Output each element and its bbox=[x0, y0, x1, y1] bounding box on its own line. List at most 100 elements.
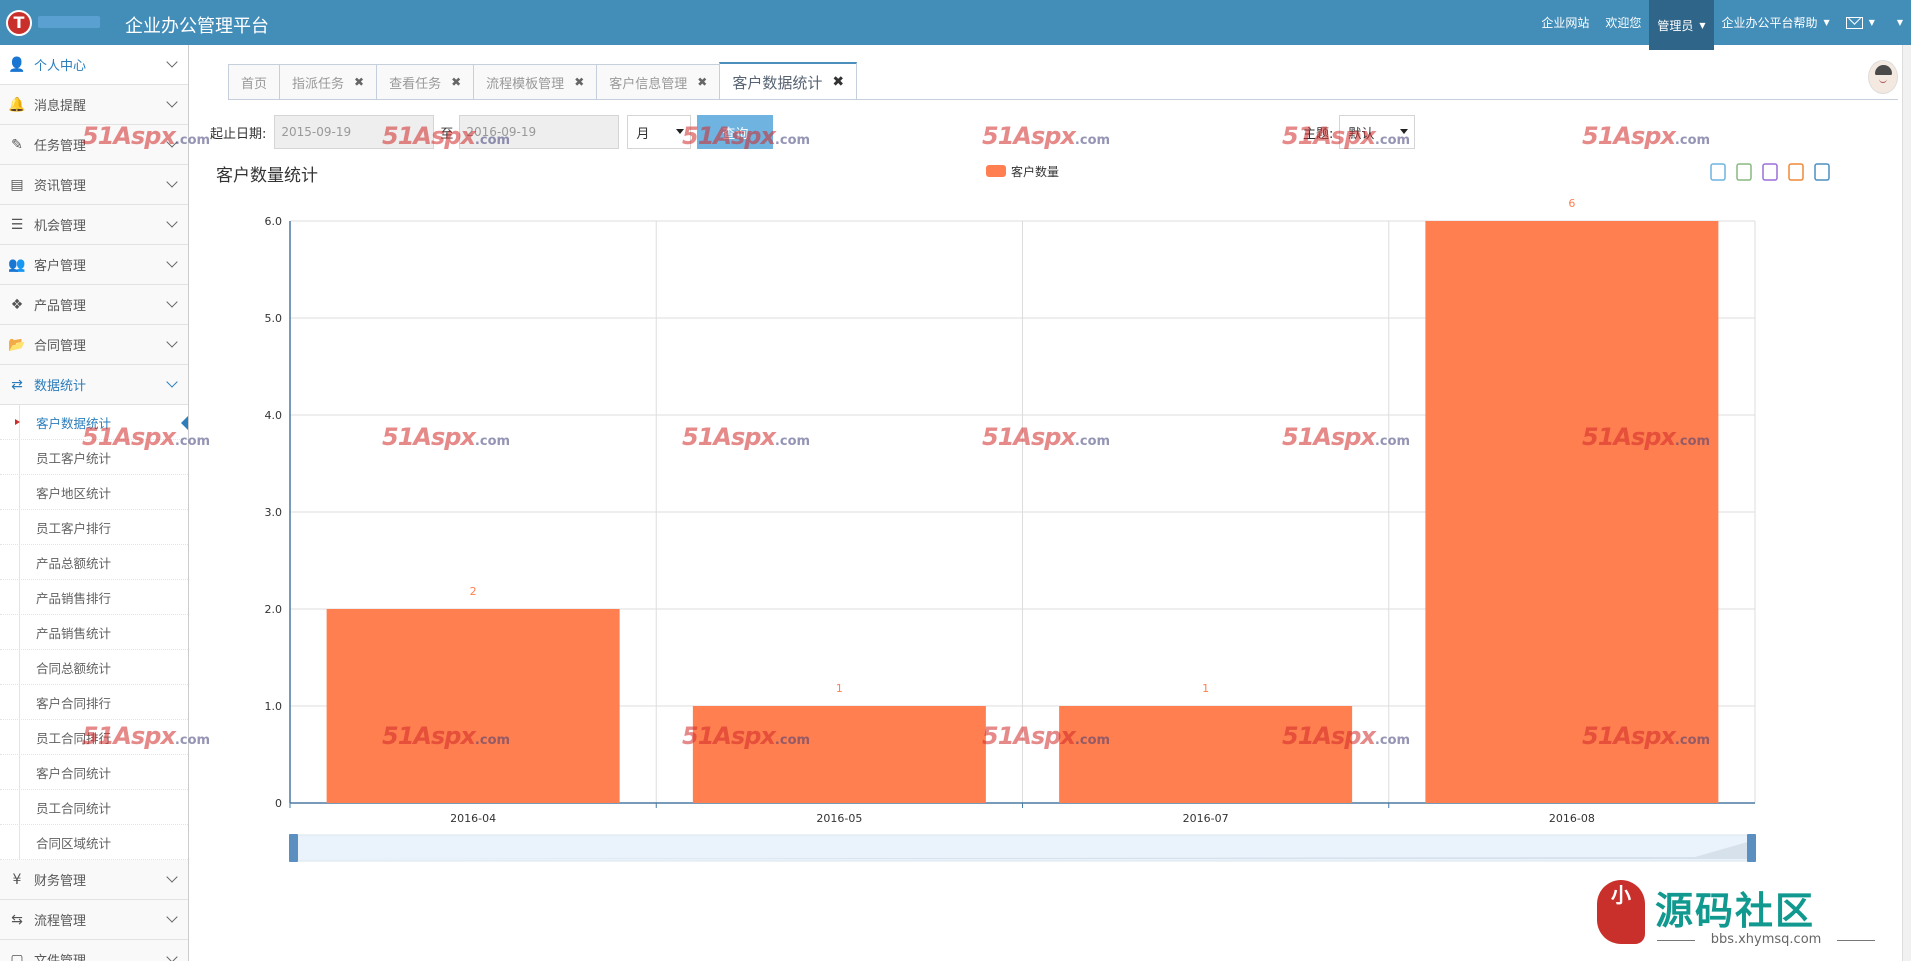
sidebar-item[interactable]: ✎ 任务管理 bbox=[0, 125, 188, 165]
caret-down-icon: ▼ bbox=[1823, 18, 1830, 27]
tab[interactable]: 首页 bbox=[228, 64, 281, 99]
x-tick-label: 2016-05 bbox=[816, 812, 862, 825]
sidebar-item[interactable]: 📂 合同管理 bbox=[0, 325, 188, 365]
watermark: 51Aspx.com bbox=[1582, 122, 1710, 150]
sidebar-item[interactable]: ▢ 文件管理 bbox=[0, 940, 188, 961]
submenu-item[interactable]: 客户数据统计 bbox=[0, 405, 188, 440]
bar-chart-icon[interactable] bbox=[1762, 163, 1778, 181]
nav-mail-dropdown[interactable]: ▼ bbox=[1838, 0, 1883, 45]
chevron-down-icon bbox=[166, 256, 178, 268]
sidebar-item-label: 资讯管理 bbox=[34, 179, 87, 194]
x-tick-label: 2016-08 bbox=[1549, 812, 1595, 825]
submenu-item[interactable]: 员工合同统计 bbox=[0, 790, 188, 825]
submenu-item[interactable]: 合同总额统计 bbox=[0, 650, 188, 685]
chevron-down-icon bbox=[166, 296, 178, 308]
nav-more-dropdown[interactable]: ▼ bbox=[1883, 0, 1911, 45]
date-range-label: 起止日期: bbox=[210, 126, 267, 142]
data-zoom-slider[interactable] bbox=[289, 834, 1756, 862]
tab[interactable]: 客户信息管理 ✖ bbox=[596, 64, 721, 99]
legend-label[interactable]: 客户数量 bbox=[1011, 164, 1059, 179]
sidebar-item[interactable]: ❖ 产品管理 bbox=[0, 285, 188, 325]
user-icon: 👤 bbox=[8, 56, 26, 73]
period-select[interactable]: 月 bbox=[627, 115, 692, 149]
sidebar-item[interactable]: 🔔 消息提醒 bbox=[0, 85, 188, 125]
tab-label: 查看任务 bbox=[389, 76, 442, 92]
submenu-item[interactable]: 员工客户排行 bbox=[0, 510, 188, 545]
tab-bar-divider bbox=[228, 99, 1898, 100]
sidebar-item-label: 机会管理 bbox=[34, 219, 87, 234]
sidebar-item[interactable]: 👥 客户管理 bbox=[0, 245, 188, 285]
brand-url: bbs.xhymsq.com bbox=[1657, 932, 1875, 947]
tab-bar: 首页 指派任务 ✖ 查看任务 ✖ 流程模板管理 ✖ 客户信息管理 ✖ 客户数据统计 ✖ bbox=[228, 62, 858, 100]
caret-down-icon: ▼ bbox=[1868, 18, 1875, 27]
bar[interactable] bbox=[326, 609, 620, 803]
close-icon[interactable]: ✖ bbox=[697, 75, 707, 89]
data-view-icon[interactable] bbox=[1710, 163, 1726, 181]
query-button-label: 查询 bbox=[722, 126, 749, 142]
top-nav-links: 企业网站 欢迎您 管理员 ▼ 企业办公平台帮助 ▼ ▼ ▼ bbox=[1533, 0, 1911, 50]
close-icon[interactable]: ✖ bbox=[832, 74, 844, 90]
close-icon[interactable]: ✖ bbox=[354, 75, 364, 89]
submenu-item[interactable]: 产品销售统计 bbox=[0, 615, 188, 650]
list-icon: ☰ bbox=[10, 216, 24, 233]
avatar[interactable] bbox=[1868, 60, 1898, 94]
theme-label: 主题: bbox=[1303, 126, 1334, 142]
y-tick-label: 2.0 bbox=[265, 603, 283, 616]
sidebar-item[interactable]: ☰ 机会管理 bbox=[0, 205, 188, 245]
sidebar-item[interactable]: ⇆ 流程管理 bbox=[0, 900, 188, 940]
nav-company-site-label: 企业网站 bbox=[1541, 16, 1590, 30]
tab[interactable]: 指派任务 ✖ bbox=[279, 64, 378, 99]
end-date-input[interactable] bbox=[459, 115, 620, 149]
line-chart-icon[interactable] bbox=[1736, 163, 1752, 181]
top-navbar: T 企业办公管理平台 企业网站 欢迎您 管理员 ▼ 企业办公平台帮助 ▼ ▼ ▼ bbox=[0, 0, 1911, 50]
bar[interactable] bbox=[1425, 221, 1719, 803]
submenu-item[interactable]: 客户合同统计 bbox=[0, 755, 188, 790]
bar-value-label: 2 bbox=[470, 585, 477, 598]
tab-label: 客户数据统计 bbox=[732, 73, 823, 92]
chevron-down-icon bbox=[166, 56, 178, 68]
submenu-item[interactable]: 合同区域统计 bbox=[0, 825, 188, 860]
chevron-down-icon bbox=[166, 136, 178, 148]
submenu-item[interactable]: 产品总额统计 bbox=[0, 545, 188, 580]
document-icon: ▤ bbox=[10, 176, 24, 193]
query-button[interactable]: 查询 bbox=[697, 115, 774, 149]
sidebar-item[interactable]: 👤 个人中心 bbox=[0, 45, 188, 85]
file-icon: ▢ bbox=[10, 951, 24, 961]
random-icon: ⇄ bbox=[11, 376, 23, 393]
tab[interactable]: 流程模板管理 ✖ bbox=[473, 64, 598, 99]
start-date-input[interactable] bbox=[274, 115, 435, 149]
submenu-item[interactable]: 客户合同排行 bbox=[0, 685, 188, 720]
caret-down-icon: ▼ bbox=[1896, 18, 1903, 27]
submenu-item[interactable]: 员工客户统计 bbox=[0, 440, 188, 475]
data-zoom-handle-right[interactable] bbox=[1747, 834, 1756, 862]
bar-value-label: 1 bbox=[1202, 682, 1209, 695]
save-image-icon[interactable] bbox=[1814, 163, 1830, 181]
tab[interactable]: 客户数据统计 ✖ bbox=[719, 62, 858, 100]
folder-open-icon: 📂 bbox=[8, 336, 26, 353]
page-scrollbar[interactable] bbox=[1902, 45, 1911, 961]
submenu-item[interactable]: 产品销售排行 bbox=[0, 580, 188, 615]
y-tick-label: 3.0 bbox=[265, 506, 283, 519]
restore-icon[interactable] bbox=[1788, 163, 1804, 181]
legend-swatch[interactable] bbox=[986, 165, 1006, 177]
submenu-item[interactable]: 客户地区统计 bbox=[0, 475, 188, 510]
nav-admin-dropdown[interactable]: 管理员 ▼ bbox=[1649, 0, 1714, 50]
period-select-value: 月 bbox=[636, 126, 650, 142]
close-icon[interactable]: ✖ bbox=[574, 75, 584, 89]
data-zoom-handle-left[interactable] bbox=[289, 834, 298, 862]
submenu-item[interactable]: 员工合同排行 bbox=[0, 720, 188, 755]
sidebar-item-label: 任务管理 bbox=[34, 139, 87, 154]
sidebar-item[interactable]: ▤ 资讯管理 bbox=[0, 165, 188, 205]
close-icon[interactable]: ✖ bbox=[451, 75, 461, 89]
nav-company-site[interactable]: 企业网站 bbox=[1533, 0, 1597, 45]
nav-help-dropdown[interactable]: 企业办公平台帮助 ▼ bbox=[1714, 0, 1838, 45]
y-tick-label: 6.0 bbox=[265, 215, 283, 228]
bar[interactable] bbox=[1059, 706, 1353, 803]
tab[interactable]: 查看任务 ✖ bbox=[376, 64, 475, 99]
bar[interactable] bbox=[692, 706, 986, 803]
sidebar-item[interactable]: ⇄ 数据统计 bbox=[0, 365, 188, 405]
sidebar-item[interactable]: ¥ 财务管理 bbox=[0, 860, 188, 900]
dropdown-arrow-icon bbox=[676, 129, 685, 134]
watermark-suffix: .com bbox=[1074, 133, 1111, 148]
theme-select[interactable]: 默认 bbox=[1339, 115, 1416, 149]
